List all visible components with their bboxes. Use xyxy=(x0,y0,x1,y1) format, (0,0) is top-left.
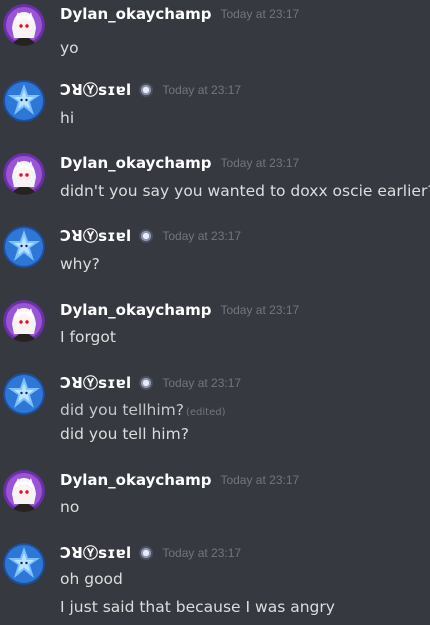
blue-star-avatar-icon xyxy=(3,80,45,122)
message-text: did you tellhim? (edited) xyxy=(60,400,226,423)
username[interactable]: Dylan_okaychamp xyxy=(60,4,211,24)
message-header: Dylan_okaychamp Today at 23:17 xyxy=(60,4,299,24)
server-badge-icon[interactable] xyxy=(139,83,154,97)
message-header: ƆꓤⓎsɪɐl Today at 23:17 xyxy=(60,543,241,563)
edited-label: (edited) xyxy=(186,407,226,418)
user-avatar[interactable] xyxy=(3,80,45,122)
message: ƆꓤⓎsɪɐl Today at 23:17 hi xyxy=(0,80,430,144)
timestamp: Today at 23:17 xyxy=(162,546,242,560)
anime-avatar-icon xyxy=(3,4,45,46)
message-header: ƆꓤⓎsɪɐl Today at 23:17 xyxy=(60,226,241,246)
message: ƆꓤⓎsɪɐl Today at 23:17 did you tellhim?(… xyxy=(0,373,430,455)
message-text: I forgot xyxy=(60,328,116,346)
message-header: Dylan_okaychamp Today at 23:17 xyxy=(60,300,299,320)
user-avatar[interactable] xyxy=(3,300,45,342)
message-text: no xyxy=(60,498,80,516)
user-avatar[interactable] xyxy=(3,4,45,46)
server-badge-icon[interactable] xyxy=(139,546,154,560)
message-header: Dylan_okaychamp Today at 23:17 xyxy=(60,470,299,490)
server-badge-icon[interactable] xyxy=(139,376,154,390)
username[interactable]: ƆꓤⓎsɪɐl xyxy=(60,226,131,246)
username[interactable]: Dylan_okaychamp xyxy=(60,153,211,173)
anime-avatar-icon xyxy=(3,153,45,195)
username[interactable]: Dylan_okaychamp xyxy=(60,470,211,490)
message-text: did you tell him? xyxy=(60,425,189,443)
user-avatar[interactable] xyxy=(3,373,45,415)
message: ƆꓤⓎsɪɐl Today at 23:17 why? xyxy=(0,226,430,290)
timestamp: Today at 23:17 xyxy=(220,156,300,170)
message: Dylan_okaychamp Today at 23:17 I forgot xyxy=(0,300,430,364)
message-header: ƆꓤⓎsɪɐl Today at 23:17 xyxy=(60,373,241,393)
username[interactable]: ƆꓤⓎsɪɐl xyxy=(60,373,131,393)
timestamp: Today at 23:17 xyxy=(220,473,300,487)
message-text: I just said that because I was angry xyxy=(60,598,335,616)
username[interactable]: ƆꓤⓎsɪɐl xyxy=(60,543,131,563)
chat-log: Dylan_okaychamp Today at 23:17 yo ƆꓤⓎsɪɐ… xyxy=(0,0,430,625)
message: ƆꓤⓎsɪɐl Today at 23:17 oh good I just sa… xyxy=(0,543,430,625)
server-badge-icon[interactable] xyxy=(139,229,154,243)
timestamp: Today at 23:17 xyxy=(162,83,242,97)
message-text-original: did you tellhim? xyxy=(60,401,184,419)
blue-star-avatar-icon xyxy=(3,373,45,415)
anime-avatar-icon xyxy=(3,300,45,342)
message-header: ƆꓤⓎsɪɐl Today at 23:17 xyxy=(60,80,241,100)
message: Dylan_okaychamp Today at 23:17 no xyxy=(0,470,430,534)
message-text: yo xyxy=(60,39,79,57)
message-text: why? xyxy=(60,255,100,273)
user-avatar[interactable] xyxy=(3,226,45,268)
timestamp: Today at 23:17 xyxy=(162,229,242,243)
blue-star-avatar-icon xyxy=(3,543,45,585)
message: Dylan_okaychamp Today at 23:17 didn't yo… xyxy=(0,153,430,217)
timestamp: Today at 23:17 xyxy=(220,303,300,317)
user-avatar[interactable] xyxy=(3,543,45,585)
message-text: didn't you say you wanted to doxx oscie … xyxy=(60,182,430,200)
anime-avatar-icon xyxy=(3,470,45,512)
timestamp: Today at 23:17 xyxy=(162,376,242,390)
user-avatar[interactable] xyxy=(3,153,45,195)
user-avatar[interactable] xyxy=(3,470,45,512)
timestamp: Today at 23:17 xyxy=(220,7,300,21)
message-text: hi xyxy=(60,109,75,127)
blue-star-avatar-icon xyxy=(3,226,45,268)
message: Dylan_okaychamp Today at 23:17 yo xyxy=(0,4,430,68)
message-text: oh good xyxy=(60,570,123,588)
username[interactable]: ƆꓤⓎsɪɐl xyxy=(60,80,131,100)
username[interactable]: Dylan_okaychamp xyxy=(60,300,211,320)
message-header: Dylan_okaychamp Today at 23:17 xyxy=(60,153,299,173)
